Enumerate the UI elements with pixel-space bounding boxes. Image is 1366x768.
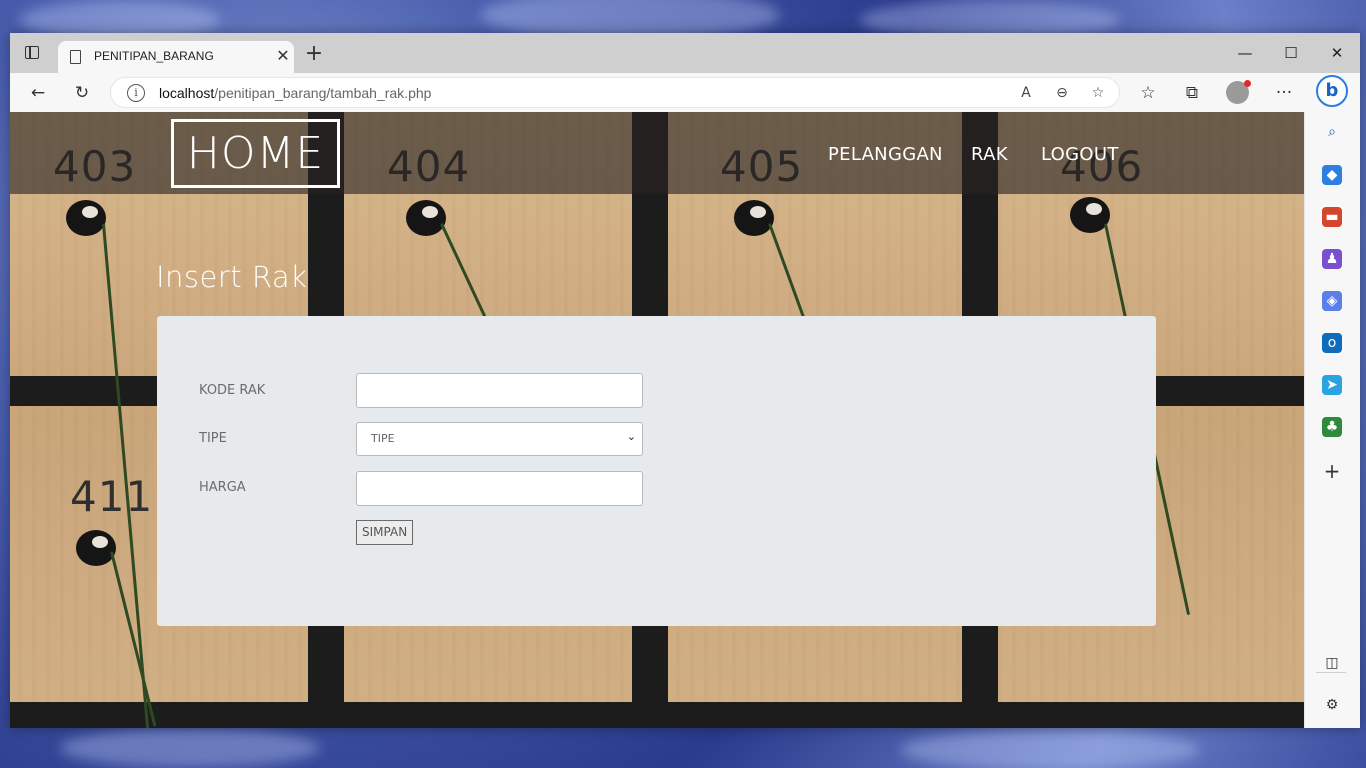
nav-link-logout[interactable]: LOGOUT: [1041, 144, 1119, 165]
simpan-button[interactable]: SIMPAN: [356, 520, 414, 545]
favorites-icon[interactable]: ☆: [1136, 81, 1160, 105]
browser-toolbar: ← ↻ i localhost/penitipan_barang/tambah_…: [10, 73, 1360, 112]
tab-actions-icon: [25, 46, 39, 59]
locker-knob: [406, 200, 446, 236]
browser-tab[interactable]: PENITIPAN_BARANG ✕: [58, 41, 294, 73]
browser-window: PENITIPAN_BARANG ✕ + — ☐ ✕ ← ↻ i localho…: [10, 33, 1360, 728]
outlook-icon[interactable]: o: [1322, 333, 1342, 353]
add-favorite-icon[interactable]: ☆: [1087, 82, 1109, 104]
maximize-button[interactable]: ☐: [1268, 41, 1314, 65]
tab-close-button[interactable]: ✕: [274, 47, 292, 65]
kode-rak-label: KODE RAK: [199, 383, 266, 398]
settings-gear-icon[interactable]: ⚙: [1322, 695, 1342, 715]
nav-link-rak[interactable]: RAK: [971, 144, 1008, 165]
collections-icon[interactable]: ⧉: [1180, 81, 1204, 105]
tipe-selected-value: TIPE: [371, 432, 395, 445]
navigation-bar: HOME PELANGGAN RAK LOGOUT: [10, 112, 1304, 194]
chevron-down-icon: ⌄: [626, 430, 636, 443]
insert-rak-form: KODE RAK TIPE TIPE ⌄ HARGA SIMPAN: [157, 316, 1156, 626]
page-title: Insert Rak: [156, 260, 308, 294]
search-icon[interactable]: ⌕: [1322, 122, 1342, 142]
shopping-icon[interactable]: ◆: [1322, 165, 1342, 185]
sidebar-toggle-icon[interactable]: ◫: [1322, 653, 1342, 673]
tree-icon[interactable]: ♣: [1322, 417, 1342, 437]
locker-knob: [66, 200, 106, 236]
nav-link-pelanggan[interactable]: PELANGGAN: [828, 144, 943, 165]
tab-strip: PENITIPAN_BARANG ✕ + — ☐ ✕: [10, 33, 1360, 73]
drop-icon[interactable]: ➤: [1322, 375, 1342, 395]
harga-input[interactable]: [356, 471, 643, 506]
tab-actions-button[interactable]: [22, 43, 44, 63]
address-bar[interactable]: i localhost/penitipan_barang/tambah_rak.…: [110, 77, 1120, 108]
locker-knob: [734, 200, 774, 236]
refresh-icon[interactable]: ↻: [70, 81, 94, 105]
tools-icon[interactable]: ▬: [1322, 207, 1342, 227]
tipe-select[interactable]: TIPE ⌄: [356, 422, 643, 456]
read-aloud-icon[interactable]: A: [1015, 82, 1037, 104]
harga-label: HARGA: [199, 480, 246, 495]
locker-number: 411: [70, 472, 154, 521]
minimize-button[interactable]: —: [1222, 41, 1268, 65]
bing-chat-icon[interactable]: b: [1316, 75, 1348, 107]
profile-avatar[interactable]: [1226, 80, 1251, 104]
notification-dot: [1244, 80, 1251, 87]
document-icon: [70, 50, 81, 64]
zoom-out-icon[interactable]: ⊖: [1051, 82, 1073, 104]
close-window-button[interactable]: ✕: [1314, 41, 1360, 65]
locker-knob: [76, 530, 116, 566]
back-arrow-icon[interactable]: ←: [26, 81, 50, 105]
site-info-icon[interactable]: i: [127, 84, 145, 102]
more-menu-icon[interactable]: ···: [1272, 81, 1296, 105]
page-content: 403 404 405 406 411 HOME PELANGGAN RAK L…: [10, 112, 1304, 728]
kode-rak-input[interactable]: [356, 373, 643, 408]
microsoft-365-icon[interactable]: ◈: [1322, 291, 1342, 311]
add-sidebar-app-icon[interactable]: +: [1322, 461, 1342, 481]
url-text[interactable]: localhost/penitipan_barang/tambah_rak.ph…: [159, 85, 431, 101]
tipe-label: TIPE: [199, 431, 227, 446]
new-tab-button[interactable]: +: [304, 43, 324, 65]
home-logo-link[interactable]: HOME: [171, 119, 340, 188]
tab-title: PENITIPAN_BARANG: [94, 49, 214, 63]
games-icon[interactable]: ♟: [1322, 249, 1342, 269]
